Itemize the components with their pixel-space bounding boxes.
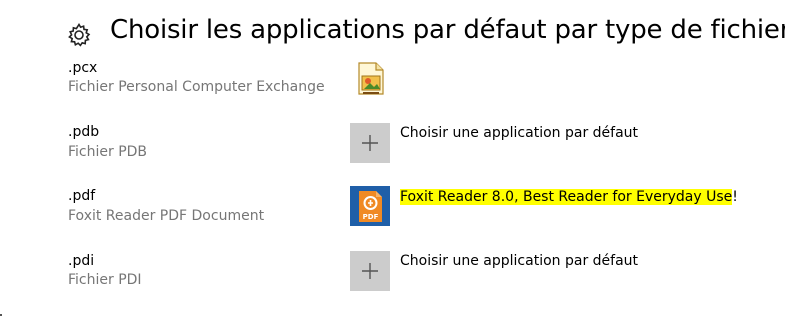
app-name-suffix: ! bbox=[732, 189, 738, 205]
default-app-label[interactable]: Foxit Reader 8.0, Best Reader for Everyd… bbox=[400, 189, 738, 205]
file-type-row-pdf: .pdf Foxit Reader PDF Document PDF Foxit… bbox=[0, 186, 785, 246]
file-type-description: Fichier PDB bbox=[68, 144, 148, 160]
svg-text:PDF: PDF bbox=[363, 213, 379, 221]
choose-default-app-button[interactable] bbox=[350, 251, 390, 291]
file-type-description: Fichier PDI bbox=[68, 272, 142, 288]
default-app-label[interactable]: Choisir une application par défaut bbox=[400, 125, 638, 141]
edge-mark bbox=[0, 314, 2, 316]
file-extension: .pdf bbox=[68, 188, 96, 204]
file-type-row-pdi: .pdi Fichier PDI Choisir une application… bbox=[0, 251, 785, 311]
file-extension: .pdb bbox=[68, 124, 100, 140]
page-title: Choisir les applications par défaut par … bbox=[110, 15, 785, 45]
gear-icon bbox=[68, 22, 91, 47]
plus-icon bbox=[362, 263, 378, 279]
choose-default-app-button[interactable] bbox=[350, 123, 390, 163]
file-type-row-pdb: .pdb Fichier PDB Choisir une application… bbox=[0, 122, 785, 182]
plus-icon bbox=[362, 135, 378, 151]
foxit-pdf-icon: PDF bbox=[350, 186, 390, 226]
paint-image-icon bbox=[358, 62, 384, 95]
file-type-description: Fichier Personal Computer Exchange bbox=[68, 79, 325, 95]
file-extension: .pdi bbox=[68, 253, 95, 269]
file-type-row-pcx: .pcx Fichier Personal Computer Exchange bbox=[0, 58, 785, 118]
default-app-button[interactable]: PDF bbox=[350, 186, 390, 226]
file-type-description: Foxit Reader PDF Document bbox=[68, 208, 265, 224]
default-app-button[interactable] bbox=[356, 62, 386, 96]
default-app-label[interactable]: Choisir une application par défaut bbox=[400, 253, 638, 269]
highlighted-app-name: Foxit Reader 8.0, Best Reader for Everyd… bbox=[400, 189, 733, 205]
file-extension: .pcx bbox=[68, 60, 98, 76]
